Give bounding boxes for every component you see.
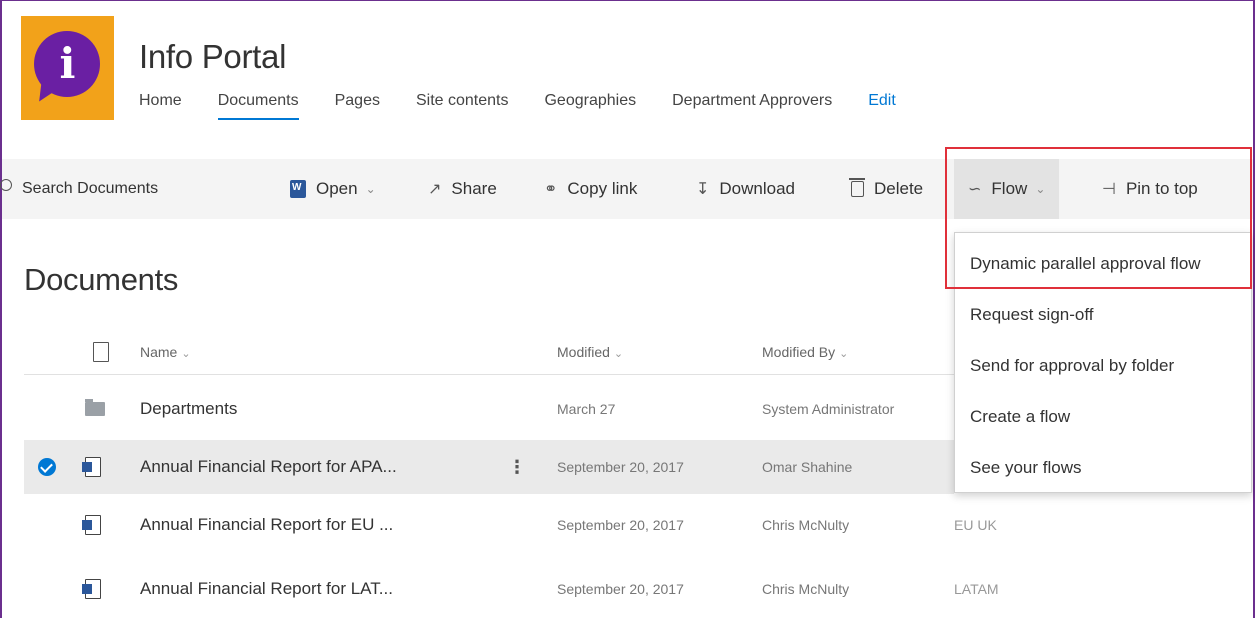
delete-label: Delete	[874, 179, 924, 198]
word-document-icon	[82, 498, 101, 552]
copy-link-label: Copy link	[567, 179, 638, 198]
download-button[interactable]: ↧ Download	[696, 159, 795, 219]
share-button[interactable]: ↗ Share	[428, 159, 497, 219]
row-modified: September 20, 2017	[557, 459, 684, 475]
row-name[interactable]: Annual Financial Report for EU ...	[140, 498, 393, 552]
row-name[interactable]: Annual Financial Report for APA...	[140, 440, 397, 494]
column-header-row: Name ⌄ Modified ⌄ Modified By ⌄	[24, 335, 964, 375]
column-modified-by-label: Modified By	[762, 344, 836, 360]
chevron-down-icon: ⌄	[181, 348, 191, 360]
table-row[interactable]: Annual Financial Report for EU ... Septe…	[24, 498, 997, 552]
nav-home[interactable]: Home	[139, 92, 182, 122]
highlight-annotation	[945, 147, 1252, 289]
chevron-down-icon: ⌄	[613, 348, 624, 360]
column-name[interactable]: Name ⌄	[140, 344, 191, 360]
row-modified-by[interactable]: System Administrator	[762, 382, 894, 436]
nav-pages[interactable]: Pages	[335, 92, 380, 122]
chevron-down-icon: ⌄	[839, 348, 849, 360]
open-label: Open	[316, 179, 358, 198]
word-document-icon	[82, 562, 101, 616]
column-name-label: Name	[140, 344, 178, 360]
more-options-icon[interactable]: ⋮	[508, 440, 526, 494]
download-label: Download	[719, 179, 796, 198]
chevron-down-icon: ⌄	[365, 182, 376, 196]
page-title: Documents	[24, 262, 179, 297]
share-label: Share	[451, 179, 497, 198]
menu-item-send-for-approval[interactable]: Send for approval by folder	[955, 340, 1253, 391]
site-logo[interactable]: i	[21, 16, 114, 120]
checkmark-icon	[38, 458, 56, 476]
open-button[interactable]: Open ⌄	[290, 159, 376, 219]
link-icon: ⚭	[544, 181, 558, 198]
delete-button[interactable]: Delete	[849, 159, 924, 219]
word-document-icon	[82, 440, 101, 494]
info-icon: i	[59, 39, 76, 88]
trash-icon	[849, 178, 865, 197]
menu-item-see-your-flows[interactable]: See your flows	[955, 442, 1253, 493]
row-modified-by[interactable]: Omar Shahine	[762, 440, 852, 494]
download-icon: ↧	[696, 181, 710, 198]
table-row[interactable]: Annual Financial Report for LAT... Septe…	[24, 562, 999, 616]
word-icon	[290, 180, 306, 198]
row-modified-by[interactable]: Chris McNulty	[762, 498, 849, 552]
column-modified-by[interactable]: Modified By ⌄	[762, 344, 848, 360]
file-type-icon[interactable]	[93, 342, 109, 362]
search-label: Search Documents	[22, 180, 159, 197]
top-navigation: Home Documents Pages Site contents Geogr…	[139, 92, 896, 122]
row-modified-by[interactable]: Chris McNulty	[762, 562, 849, 616]
site-title[interactable]: Info Portal	[139, 38, 286, 76]
row-modified: March 27	[557, 401, 616, 417]
column-modified[interactable]: Modified ⌄	[557, 344, 623, 360]
menu-item-request-sign-off[interactable]: Request sign-off	[955, 289, 1253, 340]
folder-icon	[85, 382, 105, 436]
nav-documents[interactable]: Documents	[217, 92, 299, 122]
nav-geographies[interactable]: Geographies	[544, 92, 636, 122]
row-name[interactable]: Departments	[140, 382, 237, 436]
row-geography: EU UK	[954, 517, 997, 533]
nav-department-approvers[interactable]: Department Approvers	[672, 92, 832, 122]
search-box[interactable]: Search Documents	[0, 159, 159, 219]
share-icon: ↗	[428, 181, 442, 198]
table-row[interactable]: Annual Financial Report for APA... ⋮ Sep…	[24, 440, 954, 494]
row-modified: September 20, 2017	[557, 517, 684, 533]
search-icon	[0, 179, 12, 191]
nav-edit-link[interactable]: Edit	[868, 92, 896, 122]
table-row[interactable]: Departments March 27 System Administrato…	[24, 382, 954, 436]
row-name[interactable]: Annual Financial Report for LAT...	[140, 562, 393, 616]
row-modified: September 20, 2017	[557, 581, 684, 597]
row-checkbox[interactable]	[38, 440, 56, 494]
column-modified-label: Modified	[557, 344, 610, 360]
menu-item-create-flow[interactable]: Create a flow	[955, 391, 1253, 442]
nav-site-contents[interactable]: Site contents	[416, 92, 509, 122]
copy-link-button[interactable]: ⚭ Copy link	[544, 159, 637, 219]
row-geography: LATAM	[954, 581, 999, 597]
